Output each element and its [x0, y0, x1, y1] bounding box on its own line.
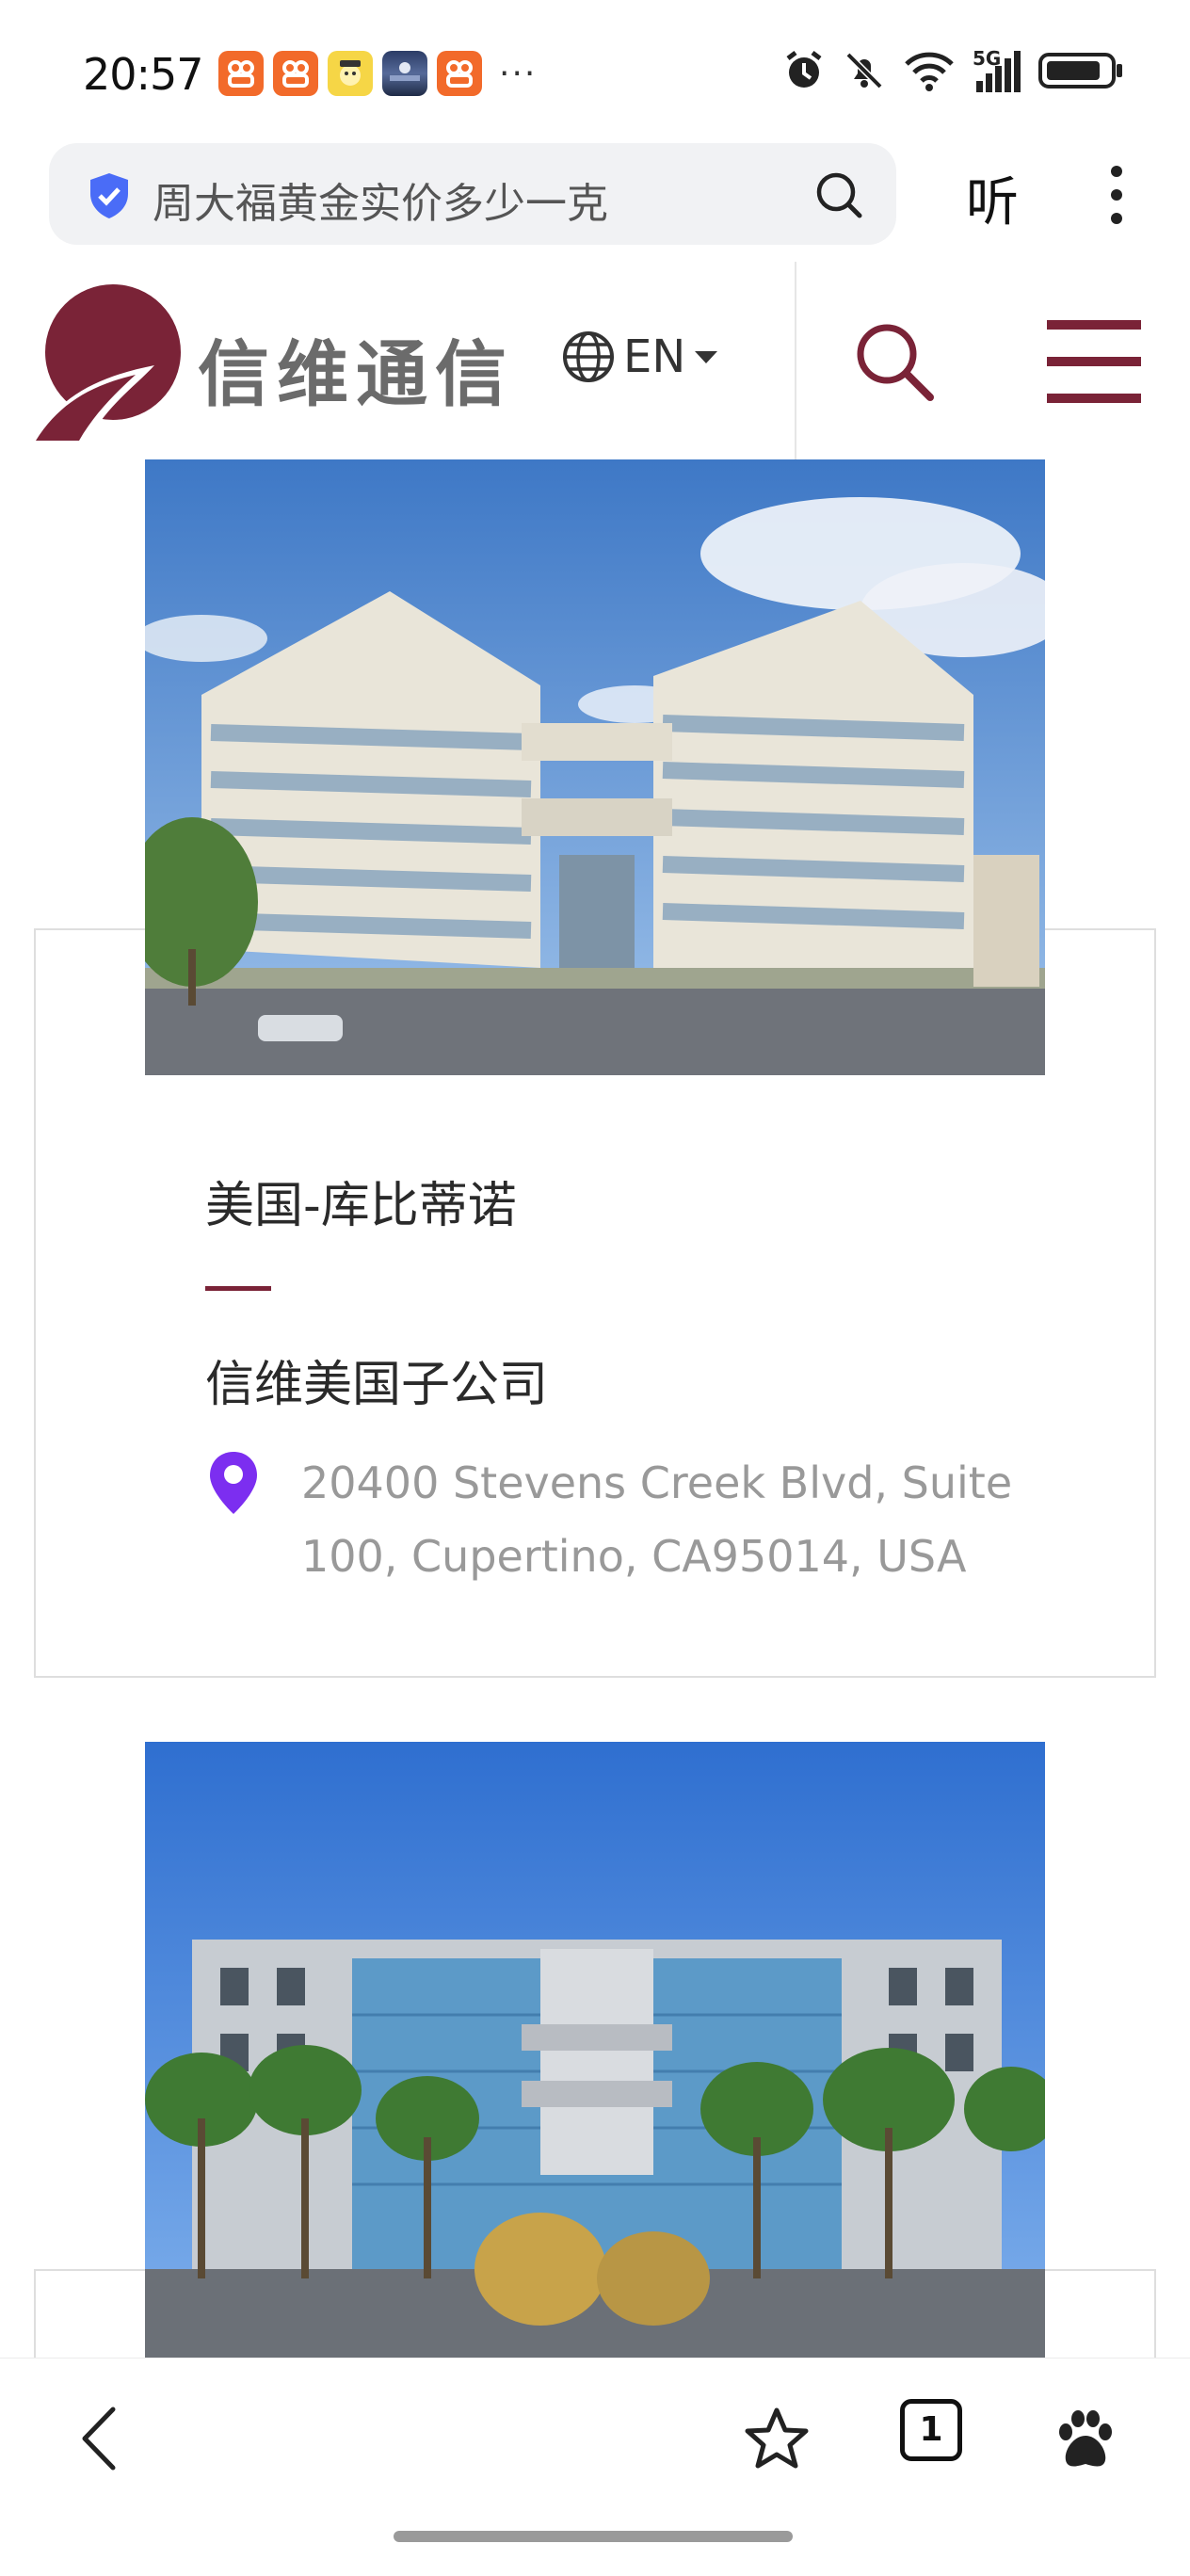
app-icon-orange [437, 51, 482, 96]
language-label: EN [623, 330, 686, 383]
office-address: 20400 Stevens Creek Blvd, Suite 100, Cup… [301, 1457, 1013, 1582]
app-icon-orange [273, 51, 318, 96]
back-button[interactable] [58, 2396, 143, 2481]
search-query: 周大福黄金实价多少一克 [153, 180, 608, 228]
status-time: 20:57 [83, 49, 204, 100]
app-icon-photo [382, 51, 427, 96]
site-header: 信维通信 EN [0, 262, 1190, 461]
notification-overflow: ··· [499, 54, 538, 93]
caret-down-icon [695, 351, 718, 363]
app-icon-orange [218, 51, 264, 96]
title-accent-line [205, 1286, 271, 1291]
office-city: 美国-库比蒂诺 [205, 1178, 517, 1234]
office-photo [145, 1742, 1045, 2358]
globe-icon [563, 331, 614, 382]
tabs-button[interactable]: 1 [900, 2399, 962, 2461]
browser-search-bar[interactable]: 周大福黄金实价多少一克 [49, 143, 896, 245]
home-indicator[interactable] [394, 2531, 793, 2542]
site-search-icon[interactable] [851, 318, 938, 405]
paw-icon [1059, 2410, 1112, 2467]
bookmark-button[interactable] [734, 2396, 819, 2481]
office-company-name: 信维美国子公司 [205, 1357, 549, 1413]
star-icon [745, 2407, 809, 2469]
location-pin-icon [210, 1452, 257, 1514]
page: 20:57 ··· 5G 周大福黄金实价多少一克 听 信维通信 EN 美国-库比… [0, 0, 1190, 2576]
cellular-signal-icon: 5G [973, 47, 1021, 92]
mute-icon [845, 52, 883, 89]
alarm-icon [786, 51, 822, 88]
language-selector[interactable]: EN [561, 330, 719, 384]
system-status-icons: 5G [782, 47, 1124, 92]
app-icon-yellow [328, 51, 373, 96]
search-icon[interactable] [813, 169, 864, 220]
browser-bottom-bar [0, 2358, 1190, 2576]
battery-icon [1038, 53, 1122, 89]
status-bar: 20:57 ··· 5G [0, 0, 1190, 141]
listen-button[interactable]: 听 [966, 160, 1019, 236]
more-options-icon[interactable] [1107, 162, 1126, 228]
shield-icon [90, 173, 128, 218]
notification-icons: ··· [218, 51, 537, 96]
header-divider [795, 262, 796, 461]
company-logo[interactable] [32, 282, 183, 443]
network-label: 5G [973, 47, 1002, 70]
back-arrow-icon [82, 2407, 116, 2471]
office-photo [145, 459, 1045, 1075]
logo-text: 信维通信 [198, 332, 514, 416]
baidu-button[interactable] [1043, 2396, 1128, 2481]
wifi-icon [905, 52, 954, 91]
hamburger-menu-icon[interactable] [1047, 320, 1141, 403]
